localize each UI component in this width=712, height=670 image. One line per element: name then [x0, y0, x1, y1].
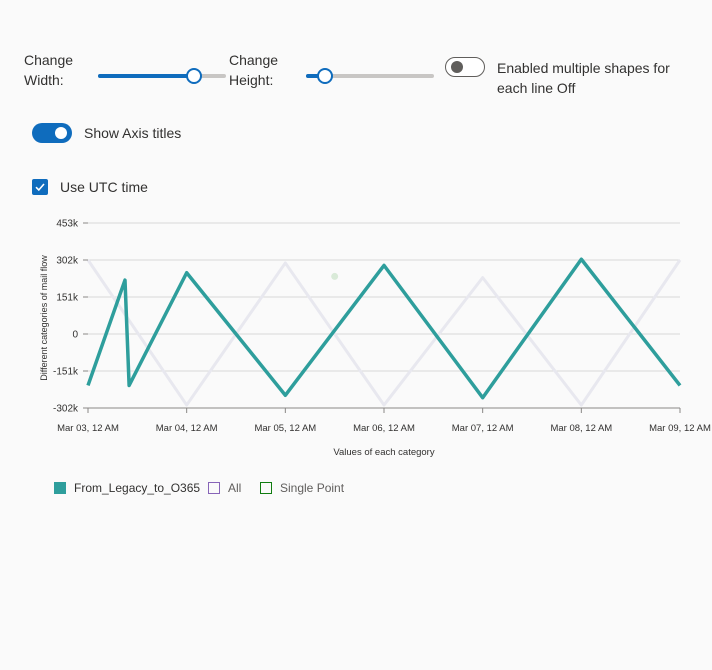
y-tick-label: 302k [56, 256, 79, 267]
height-label: Change Height: [229, 52, 279, 88]
multiple-shapes-label: Enabled multiple shapes for each line Of… [497, 60, 670, 96]
x-axis-title: Values of each category [333, 447, 434, 458]
x-axis: Mar 03, 12 AM Mar 04, 12 AM Mar 05, 12 AM M… [57, 407, 711, 434]
legend-label: Single Point [280, 481, 345, 495]
legend-item-single-point[interactable]: Single Point [260, 480, 344, 496]
utc-label: Use UTC time [60, 179, 148, 195]
width-label: Change Width: [24, 52, 74, 88]
toggle-knob [451, 61, 463, 73]
y-tick-label: -151k [53, 367, 79, 378]
series-line-all [86, 259, 682, 407]
grid-lines [88, 222, 680, 409]
height-slider[interactable] [306, 66, 434, 86]
main-series [86, 257, 682, 400]
height-slider-thumb[interactable] [317, 68, 334, 84]
x-tick-label: Mar 03, 12 AM [57, 423, 119, 434]
faded-series [86, 259, 682, 407]
x-tick-label: Mar 05, 12 AM [254, 423, 316, 434]
legend-item-all[interactable]: All [208, 480, 241, 496]
y-tick-label: 453k [56, 219, 79, 230]
y-tick-label: 151k [56, 293, 79, 304]
x-tick-label: Mar 09, 12 AM [649, 423, 711, 434]
x-tick-label: Mar 06, 12 AM [353, 423, 415, 434]
legend-item-main[interactable]: From_Legacy_to_O365 [54, 480, 200, 496]
legend-swatch [208, 482, 220, 494]
width-slider-thumb[interactable] [186, 68, 202, 84]
line-chart: 453k302k151k0-151k-302k Mar 03, 12 AM Mar… [39, 219, 711, 459]
axis-titles-label: Show Axis titles [84, 125, 182, 141]
legend-swatch [54, 482, 66, 494]
y-axis-title: Different categories of mail flow [39, 255, 49, 381]
y-tick-label: -302k [53, 404, 79, 415]
legend-swatch [260, 482, 272, 494]
y-tick-label: 0 [72, 330, 78, 341]
x-tick-label: Mar 08, 12 AM [550, 423, 612, 434]
legend-label: From_Legacy_to_O365 [74, 481, 201, 495]
toggle-knob [55, 127, 67, 139]
utc-checkbox[interactable] [32, 179, 48, 195]
checkmark-icon [35, 183, 45, 192]
width-slider-fill [98, 74, 194, 78]
width-slider[interactable] [98, 66, 226, 86]
x-tick-label: Mar 07, 12 AM [452, 423, 514, 434]
x-tick-label: Mar 04, 12 AM [156, 423, 218, 434]
multiple-shapes-toggle[interactable] [445, 57, 485, 77]
axis-titles-toggle[interactable] [32, 123, 72, 143]
legend-label: All [228, 481, 242, 495]
single-point-series [331, 272, 339, 280]
y-axis-ticks: 453k 302k 151k 0 -151k -302k [53, 219, 88, 415]
series-line-main [86, 257, 682, 400]
single-point-marker [331, 272, 339, 280]
